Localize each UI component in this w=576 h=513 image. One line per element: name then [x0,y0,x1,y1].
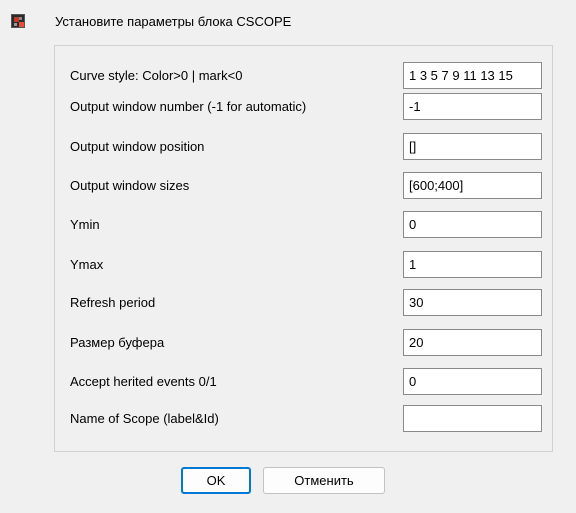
param-label: Output window number (-1 for automatic) [70,99,307,114]
param-row-refresh-period: Refresh period 30 [55,289,552,319]
refresh-period-input[interactable]: 30 [403,289,542,316]
param-label: Name of Scope (label&Id) [70,411,219,426]
param-row-buffer-size: Размер буфера 20 [55,329,552,359]
dialog-title: Установите параметры блока CSCOPE [55,14,292,29]
param-row-window-sizes: Output window sizes [600;400] [55,172,552,202]
window-number-input[interactable]: -1 [403,93,542,120]
buffer-size-input[interactable]: 20 [403,329,542,356]
ok-button[interactable]: OK [181,467,251,494]
scope-name-input[interactable] [403,405,542,432]
param-label: Accept herited events 0/1 [70,374,217,389]
param-row-ymin: Ymin 0 [55,211,552,241]
window-sizes-input[interactable]: [600;400] [403,172,542,199]
curve-style-input[interactable]: 1 3 5 7 9 11 13 15 [403,62,542,89]
parameters-panel: Curve style: Color>0 | mark<0 1 3 5 7 9 … [54,45,553,452]
param-row-scope-name: Name of Scope (label&Id) [55,405,552,435]
param-label: Curve style: Color>0 | mark<0 [70,68,243,83]
ymax-input[interactable]: 1 [403,251,542,278]
param-row-window-position: Output window position [] [55,133,552,163]
param-label: Ymin [70,217,100,232]
param-label: Refresh period [70,295,156,310]
herited-events-input[interactable]: 0 [403,368,542,395]
app-icon [11,14,25,28]
param-row-ymax: Ymax 1 [55,251,552,281]
ymin-input[interactable]: 0 [403,211,542,238]
param-label: Output window position [70,139,205,154]
param-row-herited-events: Accept herited events 0/1 0 [55,368,552,398]
param-label: Output window sizes [70,178,190,193]
cancel-button[interactable]: Отменить [263,467,385,494]
param-row-window-number: Output window number (-1 for automatic) … [55,93,552,123]
param-row-curve-style: Curve style: Color>0 | mark<0 1 3 5 7 9 … [55,62,552,92]
param-label: Ymax [70,257,104,272]
param-label: Размер буфера [70,335,165,350]
window-position-input[interactable]: [] [403,133,542,160]
